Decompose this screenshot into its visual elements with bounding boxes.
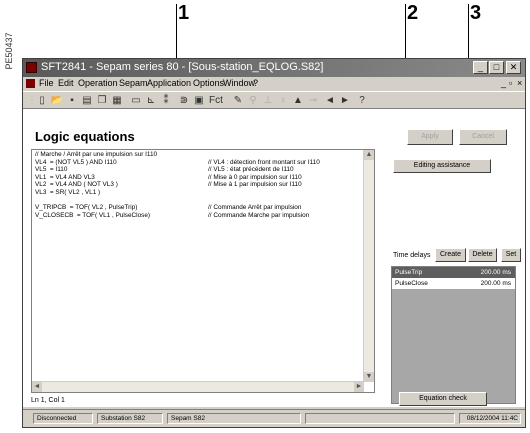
delay-value: 200.00 ms xyxy=(480,269,511,276)
menu-window[interactable]: Window xyxy=(223,78,255,88)
help-icon[interactable]: ? xyxy=(355,94,369,107)
datetime-status: 08/12/2004 11:4C xyxy=(459,413,521,424)
sepam-status: Sepam S82 xyxy=(167,413,301,424)
page-title: Logic equations xyxy=(35,129,135,144)
code-comment: // VL5 : état précédent de I110 xyxy=(208,166,294,174)
open-file-icon[interactable]: 📂 xyxy=(50,94,64,107)
equation-editor[interactable]: // Marche / Arrêt par une impulsion sur … xyxy=(31,149,375,393)
mdi-minimize-icon[interactable]: _ xyxy=(501,78,506,88)
menu-edit[interactable]: Edit xyxy=(58,78,74,88)
chart-icon[interactable]: ⊾ xyxy=(144,94,158,107)
vertical-scrollbar[interactable]: ▲ ▼ xyxy=(363,150,374,382)
title-bar[interactable]: SFT2841 - Sepam series 80 - [Sous-statio… xyxy=(23,59,525,77)
code-line: VL2 = VL4 AND ( NOT VL3 ) xyxy=(35,181,118,189)
more-icon[interactable]: ⁑ xyxy=(159,94,173,107)
status-bar: Disconnected Substation S82 Sepam S82 08… xyxy=(23,409,525,427)
code-comment: // Mise à 1 par impulsion sur I110 xyxy=(208,181,302,189)
connect-icon[interactable]: ⋑ xyxy=(177,94,191,107)
callout-3: 3 xyxy=(470,2,482,24)
app-icon xyxy=(26,62,37,73)
cursor-position: Ln 1, Col 1 xyxy=(31,397,65,404)
mdi-restore-icon[interactable]: ▫ xyxy=(509,78,512,88)
app-window: SFT2841 - Sepam series 80 - [Sous-statio… xyxy=(22,58,526,428)
menu-bar: File Edit Operation Sepam Application Op… xyxy=(23,77,525,91)
arrow-left-icon[interactable]: ◄ xyxy=(323,94,337,107)
menu-sepam[interactable]: Sepam xyxy=(119,78,148,88)
time-delays-list[interactable]: PulseTrip 200.00 ms PulseClose 200.00 ms xyxy=(391,266,516,404)
set-button[interactable]: Set xyxy=(501,248,521,262)
list-item[interactable]: PulseClose 200.00 ms xyxy=(392,278,515,289)
empty-status xyxy=(305,413,455,424)
arrow-right-icon[interactable]: ► xyxy=(338,94,352,107)
code-line: V_CLOSECB = TOF( VL1 , PulseClose) xyxy=(35,211,151,219)
save-icon[interactable]: ▪ xyxy=(65,94,79,107)
close-button[interactable]: ✕ xyxy=(506,61,521,74)
pen-icon[interactable]: ✎ xyxy=(231,94,245,107)
delay-name: PulseClose xyxy=(395,280,428,287)
delay-value: 200.00 ms xyxy=(480,280,511,287)
minimize-button[interactable]: _ xyxy=(473,61,488,74)
substation-status: Substation S82 xyxy=(97,413,163,424)
maximize-button[interactable]: □ xyxy=(489,61,504,74)
mdi-close-icon[interactable]: × xyxy=(517,78,522,88)
tool-icon-c[interactable]: ♀ xyxy=(276,94,290,107)
code-comment: // Mise à 0 par impulsion sur I110 xyxy=(208,173,302,181)
code-line: // Marche / Arrêt par une impulsion sur … xyxy=(35,151,158,158)
scroll-up-icon[interactable]: ▲ xyxy=(364,150,374,160)
triangle-icon[interactable]: ▲ xyxy=(291,94,305,107)
grid-icon[interactable]: ▣ xyxy=(192,94,206,107)
content-area: Logic equations // Marche / Arrêt par un… xyxy=(23,109,525,407)
toolbar: ⋮ ▯ 📂 ▪ ▤ ❐ ▦ ▭ ⊾ ⁑ ⋑ ▣ Fct ✎ ⚲ ⊥ ♀ ▲ ⊸ … xyxy=(23,91,525,109)
copy-icon[interactable]: ❐ xyxy=(95,94,109,107)
tool-icon-d[interactable]: ⊸ xyxy=(306,94,320,107)
figure-id-label: PE50437 xyxy=(4,32,14,70)
fct-button[interactable]: Fct xyxy=(207,94,225,107)
scroll-left-icon[interactable]: ◄ xyxy=(32,382,42,392)
delete-button[interactable]: Delete xyxy=(468,248,497,262)
code-comment: // VL4 : détection front montant sur I11… xyxy=(208,158,320,166)
monitor-icon[interactable]: ▭ xyxy=(129,94,143,107)
tool-icon-a[interactable]: ⚲ xyxy=(246,94,260,107)
scroll-down-icon[interactable]: ▼ xyxy=(364,372,374,382)
print-icon[interactable]: ▤ xyxy=(80,94,94,107)
editing-assistance-button[interactable]: Editing assistance xyxy=(393,159,491,173)
code-line: VL3 = SR( VL2 , VL1 ) xyxy=(35,189,101,196)
tool-icon-b[interactable]: ⊥ xyxy=(261,94,275,107)
connection-status: Disconnected xyxy=(33,413,93,424)
code-line: VL1 = VL4 AND VL3 xyxy=(35,173,95,181)
callout-2: 2 xyxy=(407,2,419,24)
delay-name: PulseTrip xyxy=(395,269,423,276)
menu-options[interactable]: Options xyxy=(193,78,224,88)
menu-file[interactable]: File xyxy=(39,78,54,88)
code-line: VL4 = (NOT VL5 ) AND I110 xyxy=(35,158,117,166)
menu-operation[interactable]: Operation xyxy=(78,78,118,88)
code-line: V_TRIPCB = TOF( VL2 , PulseTrip) xyxy=(35,204,138,212)
equation-check-button[interactable]: Equation check xyxy=(399,392,487,406)
horizontal-scrollbar[interactable]: ◄ ► xyxy=(32,381,364,392)
paste-icon[interactable]: ▦ xyxy=(110,94,124,107)
code-comment: // Commande Arrêt par impulsion xyxy=(208,204,302,212)
code-comment: // Commande Marche par impulsion xyxy=(208,211,310,219)
code-line: VL5 = I110 xyxy=(35,166,68,174)
scroll-right-icon[interactable]: ► xyxy=(354,382,364,392)
window-title: SFT2841 - Sepam series 80 - [Sous-statio… xyxy=(41,61,324,73)
menu-help[interactable]: ? xyxy=(253,78,258,88)
time-delays-label: Time delays xyxy=(393,252,431,259)
list-item[interactable]: PulseTrip 200.00 ms xyxy=(392,267,515,278)
menu-application[interactable]: Application xyxy=(147,78,191,88)
callout-1: 1 xyxy=(178,2,190,24)
new-file-icon[interactable]: ▯ xyxy=(35,94,49,107)
apply-button[interactable]: Apply xyxy=(407,129,453,145)
create-button[interactable]: Create xyxy=(435,248,466,262)
document-icon[interactable] xyxy=(26,79,35,88)
cancel-button[interactable]: Cancel xyxy=(459,129,507,145)
